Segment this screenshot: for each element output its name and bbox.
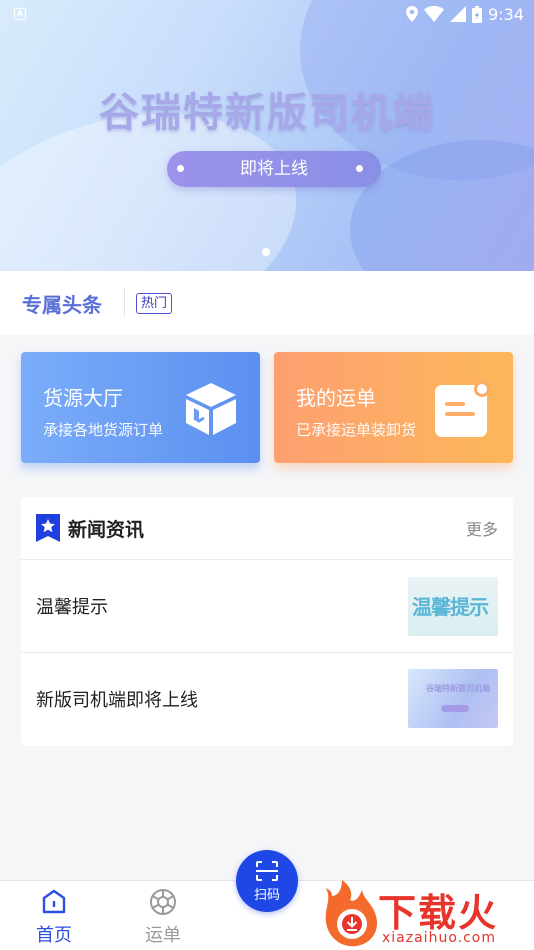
nav-orders[interactable]: 运单	[123, 887, 203, 947]
watermark-brand: 下载火	[378, 891, 499, 935]
notification-icon: A	[14, 8, 26, 20]
news-item-title: 温馨提示	[36, 597, 108, 618]
cargo-hall-card[interactable]: 货源大厅 承接各地货源订单	[21, 352, 260, 463]
banner-title: 谷瑞特新版司机端	[99, 90, 435, 136]
news-panel: 新闻资讯 更多 温馨提示 温馨提示 新版司机端即将上线 谷瑞特新版司机端	[21, 497, 513, 746]
flame-logo-icon	[325, 880, 378, 947]
news-title: 新闻资讯	[68, 518, 145, 541]
scan-button[interactable]: 扫码	[236, 850, 298, 912]
news-thumbnail: 谷瑞特新版司机端	[408, 669, 498, 728]
nav-home-label: 首页	[36, 925, 72, 946]
banner-carousel[interactable]: A 9:34 谷瑞特新版司机端 即将上线	[0, 0, 534, 271]
nav-orders-label: 运单	[145, 925, 181, 946]
nav-home[interactable]: 首页	[14, 887, 94, 947]
news-item-title: 新版司机端即将上线	[36, 689, 198, 711]
box-icon	[186, 383, 236, 435]
aperture-icon	[150, 889, 176, 915]
news-thumbnail: 温馨提示	[408, 576, 498, 636]
status-bar: A 9:34	[0, 0, 534, 28]
pill-dot	[356, 165, 363, 172]
hot-tag: 热门	[136, 292, 173, 314]
banner-pill: 即将上线	[167, 151, 381, 187]
wifi-icon	[424, 6, 445, 22]
star-bookmark-icon	[36, 514, 60, 542]
document-icon	[435, 381, 490, 437]
battery-icon	[472, 5, 483, 23]
headline-title: 专属头条	[22, 292, 102, 317]
thumbnail-text: 谷瑞特新版司机端	[426, 684, 490, 693]
watermark-logo: 下载火 xiazaihuo.com	[318, 878, 534, 950]
signal-icon	[450, 6, 467, 22]
more-link[interactable]: 更多	[466, 516, 498, 540]
banner-pill-label: 即将上线	[240, 159, 308, 179]
news-item[interactable]: 新版司机端即将上线 谷瑞特新版司机端	[21, 652, 513, 744]
carousel-indicator[interactable]	[262, 248, 270, 256]
headline-bar[interactable]: 专属头条 热门	[0, 271, 534, 335]
thumbnail-pill	[441, 705, 469, 712]
clock: 9:34	[488, 4, 524, 24]
scan-icon	[256, 861, 278, 881]
thumbnail-text: 温馨提示	[412, 594, 489, 619]
scan-label: 扫码	[253, 888, 280, 903]
news-header: 新闻资讯 更多	[21, 497, 513, 560]
news-item[interactable]: 温馨提示 温馨提示	[21, 560, 513, 652]
divider	[124, 289, 125, 317]
watermark-url: xiazaihuo.com	[382, 930, 496, 946]
location-icon	[406, 6, 419, 22]
my-orders-card[interactable]: 我的运单 已承接运单装卸货	[274, 352, 513, 463]
pill-dot	[177, 165, 184, 172]
home-icon	[42, 889, 66, 914]
